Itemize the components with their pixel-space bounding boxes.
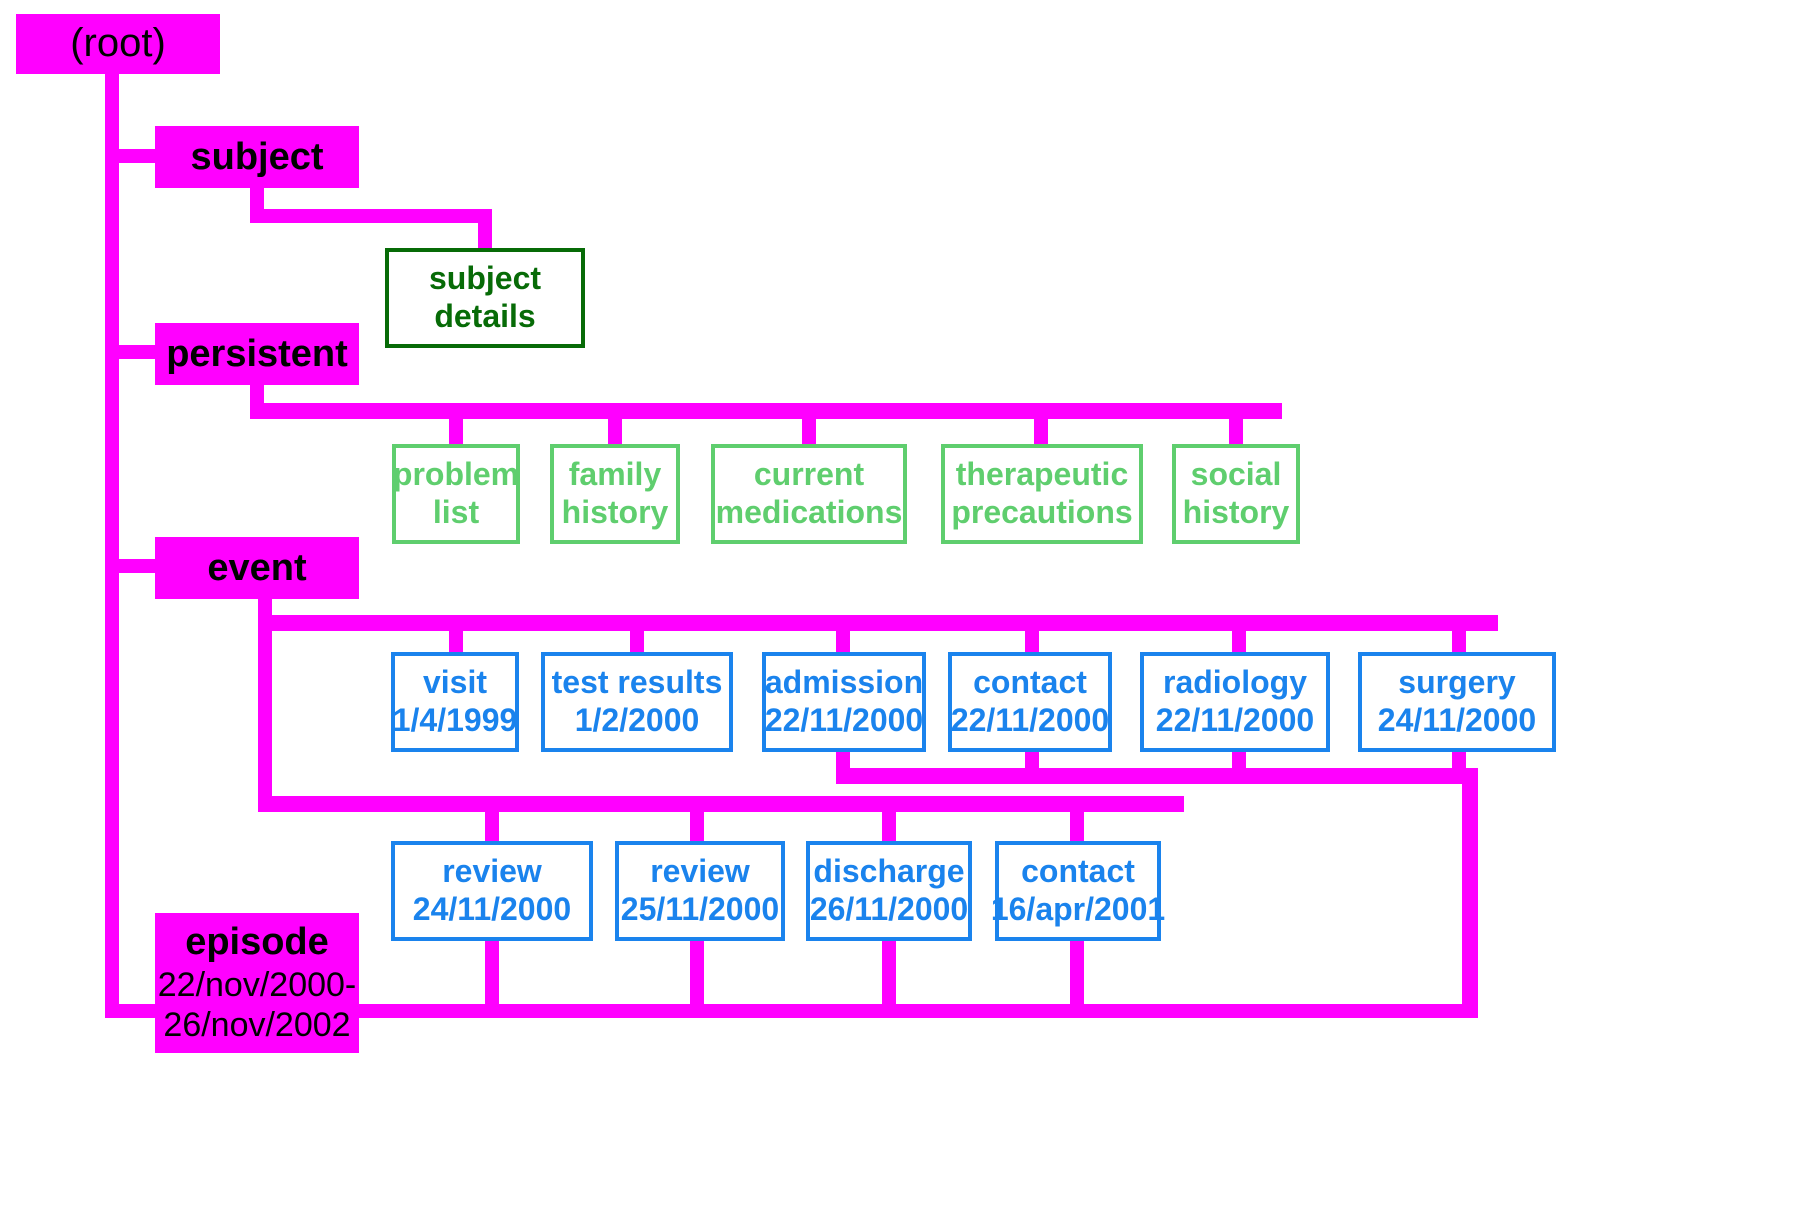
- node-event-surgery[interactable]: surgery 24/11/2000: [1358, 652, 1556, 752]
- node-event-discharge[interactable]: discharge 26/11/2000: [806, 841, 972, 941]
- node-root-label: (root): [70, 21, 166, 66]
- node-problem-list-line2: list: [432, 494, 480, 530]
- node-episode[interactable]: episode 22/nov/2000- 26/nov/2002: [155, 913, 359, 1053]
- node-episode-label: episode: [185, 921, 329, 964]
- node-problem-list[interactable]: problem list: [392, 444, 520, 544]
- node-current-medications[interactable]: current medications: [711, 444, 907, 544]
- node-current-medications-line1: current: [753, 456, 865, 493]
- node-event-contact2-line1: contact: [1021, 853, 1135, 890]
- node-social-history-line2: history: [1182, 494, 1290, 530]
- node-event-contact-line1: contact: [973, 664, 1087, 701]
- node-event-test-results-line1: test results: [551, 664, 723, 701]
- node-event-surgery-line1: surgery: [1398, 664, 1516, 701]
- node-episode-date-end: 26/nov/2002: [163, 1006, 351, 1045]
- node-subject[interactable]: subject: [155, 126, 359, 188]
- diagram-canvas: (root) subject persistent event episode …: [0, 0, 1810, 1231]
- node-event-radiology-line1: radiology: [1162, 664, 1307, 701]
- node-event-contact-22-11-2000[interactable]: contact 22/11/2000: [948, 652, 1112, 752]
- node-family-history-line1: family: [568, 456, 662, 493]
- node-event-review-25-11-2000[interactable]: review 25/11/2000: [615, 841, 785, 941]
- node-event-review2-line2: 25/11/2000: [620, 891, 780, 927]
- node-therapeutic-precautions-line1: therapeutic: [955, 456, 1129, 493]
- node-therapeutic-precautions-line2: precautions: [951, 494, 1133, 530]
- node-subject-details-line2: details: [434, 298, 536, 334]
- node-event-visit[interactable]: visit 1/4/1999: [391, 652, 519, 752]
- node-problem-list-line1: problem: [392, 456, 520, 493]
- node-event-review2-line1: review: [650, 853, 750, 890]
- node-root[interactable]: (root): [16, 14, 220, 74]
- node-event-surgery-line2: 24/11/2000: [1377, 702, 1537, 738]
- node-subject-details[interactable]: subject details: [385, 248, 585, 348]
- node-event-radiology-line2: 22/11/2000: [1155, 702, 1315, 738]
- node-event-admission-line1: admission: [764, 664, 924, 701]
- node-therapeutic-precautions[interactable]: therapeutic precautions: [941, 444, 1143, 544]
- node-event-review-24-11-2000[interactable]: review 24/11/2000: [391, 841, 593, 941]
- node-persistent-label: persistent: [166, 332, 348, 375]
- node-event-test-results-line2: 1/2/2000: [574, 702, 700, 738]
- node-event-discharge-line2: 26/11/2000: [809, 891, 969, 927]
- node-family-history-line2: history: [561, 494, 669, 530]
- node-social-history[interactable]: social history: [1172, 444, 1300, 544]
- node-subject-label: subject: [190, 135, 324, 178]
- node-episode-date-start: 22/nov/2000-: [157, 966, 357, 1005]
- node-subject-details-line1: subject: [428, 260, 542, 297]
- node-family-history[interactable]: family history: [550, 444, 680, 544]
- node-event-review1-line2: 24/11/2000: [412, 891, 572, 927]
- node-event-label: event: [207, 546, 307, 589]
- node-event-test-results[interactable]: test results 1/2/2000: [541, 652, 733, 752]
- node-event-admission[interactable]: admission 22/11/2000: [762, 652, 926, 752]
- node-event-radiology[interactable]: radiology 22/11/2000: [1140, 652, 1330, 752]
- node-event-visit-line2: 1/4/1999: [392, 702, 518, 738]
- node-persistent[interactable]: persistent: [155, 323, 359, 385]
- node-event-admission-line2: 22/11/2000: [764, 702, 924, 738]
- node-social-history-line1: social: [1190, 456, 1282, 493]
- node-event-discharge-line1: discharge: [813, 853, 965, 890]
- node-event-contact-line2: 22/11/2000: [950, 702, 1110, 738]
- node-event-visit-line1: visit: [422, 664, 488, 701]
- node-event-contact2-line2: 16/apr/2001: [990, 891, 1166, 927]
- node-event-review1-line1: review: [442, 853, 542, 890]
- node-current-medications-line2: medications: [715, 494, 903, 530]
- node-event[interactable]: event: [155, 537, 359, 599]
- node-event-contact-16-apr-2001[interactable]: contact 16/apr/2001: [991, 841, 1165, 941]
